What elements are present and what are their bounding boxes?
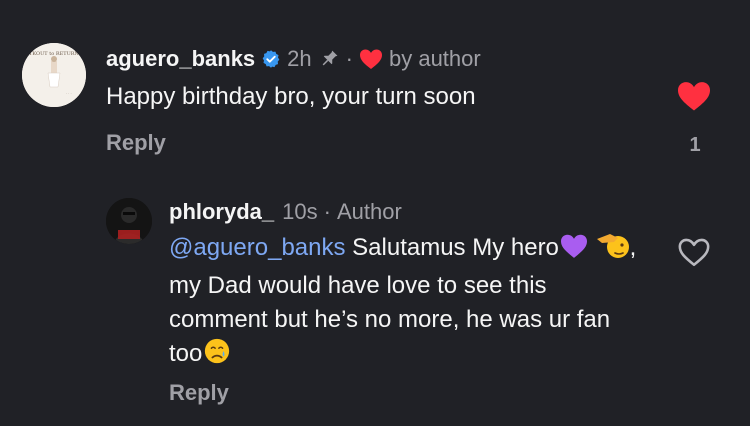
comment-text-part: Salutamus My hero xyxy=(345,234,559,261)
comment-text: @aguero_banks Salutamus My hero , my Dad… xyxy=(169,231,639,375)
svg-text:· · ·: · · · xyxy=(66,92,72,96)
comment-header: phloryda_ 10s · Author xyxy=(169,197,402,227)
reply-button[interactable]: Reply xyxy=(106,130,166,156)
comment-header: aguero_banks 2h · by author xyxy=(106,44,481,74)
comment-text: Happy birthday bro, your turn soon xyxy=(106,83,476,110)
purple-heart-emoji-icon xyxy=(559,233,589,269)
saluting-face-emoji-icon xyxy=(596,231,630,269)
author-label: Author xyxy=(336,199,402,224)
crying-face-emoji-icon xyxy=(202,337,232,375)
username[interactable]: aguero_banks xyxy=(106,46,255,72)
like-button[interactable] xyxy=(677,236,711,268)
avatar-image xyxy=(106,198,152,244)
liked-by-author-label: by author xyxy=(388,46,481,71)
comment-time: 2h xyxy=(287,46,312,71)
heart-filled-icon xyxy=(678,82,710,111)
verified-badge-icon xyxy=(261,49,281,69)
mention-link[interactable]: @aguero_banks xyxy=(169,234,345,261)
username[interactable]: phloryda_ xyxy=(169,199,274,225)
pin-icon xyxy=(318,48,340,70)
comment-time: 10s xyxy=(282,199,318,224)
reply-button[interactable]: Reply xyxy=(169,380,229,406)
like-button[interactable] xyxy=(676,80,712,112)
separator: · xyxy=(345,46,353,71)
avatar[interactable] xyxy=(106,198,152,244)
like-count[interactable]: 1 xyxy=(683,134,707,157)
liked-by-author-heart-icon xyxy=(359,48,383,70)
separator: · xyxy=(323,199,331,224)
avatar[interactable]: TKOUT to RETURN · · · xyxy=(22,43,86,107)
avatar-image: TKOUT to RETURN · · · xyxy=(22,43,86,107)
heart-outline-icon xyxy=(678,238,710,267)
